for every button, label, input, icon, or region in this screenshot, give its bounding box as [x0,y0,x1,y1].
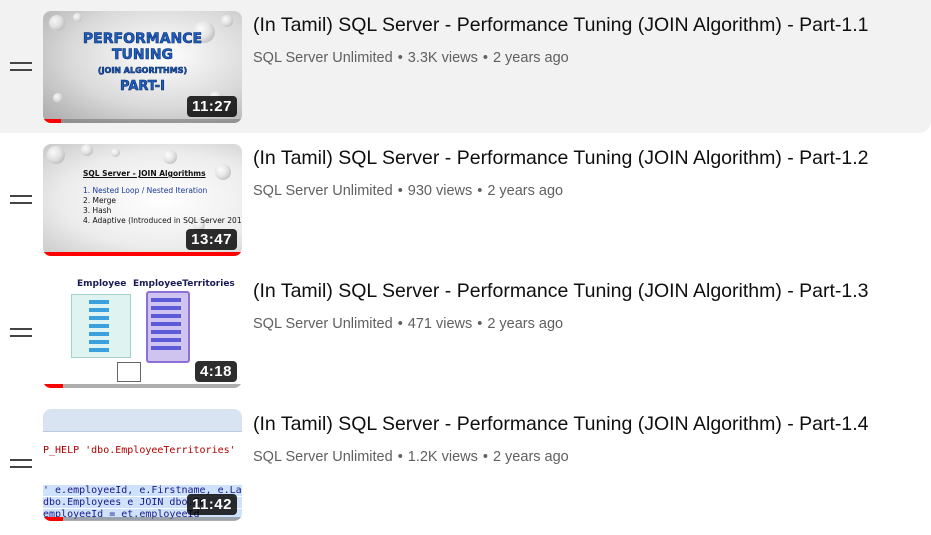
upload-age: 2 years ago [487,316,564,332]
watch-progress-bar [43,384,63,388]
duration-badge: 11:42 [186,494,237,515]
thumbnail-text: SQL Server - JOIN Algorithms [83,169,206,178]
thumbnail-text: 2. Merge [83,196,116,205]
video-meta: SQL Server Unlimited • 471 views • 2 years a… [253,316,563,332]
video-title[interactable]: (In Tamil) SQL Server - Performance Tuni… [253,145,923,171]
view-count: 930 views [407,183,473,199]
watch-progress-bar [43,119,61,123]
playlist: PERFORMANCE TUNING (JOIN ALGORITHMS) PAR… [0,0,931,535]
meta-separator: • [397,316,403,332]
channel-name[interactable]: SQL Server Unlimited [253,316,393,332]
upload-age: 2 years ago [492,449,569,465]
thumbnail-text: 3. Hash [83,206,112,215]
drag-handle-icon[interactable] [10,459,34,471]
thumbnail-text: (JOIN ALGORITHMS) [97,66,188,76]
video-meta: SQL Server Unlimited • 1.2K views • 2 years … [253,449,569,465]
meta-separator: • [397,449,403,465]
thumbnail-text: EmployeeTerritories [133,279,235,289]
video-thumbnail[interactable]: PERFORMANCE TUNING (JOIN ALGORITHMS) PAR… [43,11,242,123]
progress-track [43,119,242,123]
watch-progress-bar [43,517,63,521]
duration-badge: 13:47 [186,229,237,250]
video-thumbnail[interactable]: P_HELP 'dbo.EmployeeTerritories' ' e.emp… [43,409,242,521]
drag-handle-icon[interactable] [10,328,34,340]
view-count: 3.3K views [407,50,478,66]
meta-separator: • [397,50,403,66]
progress-track [43,517,242,521]
video-title[interactable]: (In Tamil) SQL Server - Performance Tuni… [253,12,923,38]
playlist-item[interactable]: PERFORMANCE TUNING (JOIN ALGORITHMS) PAR… [0,0,931,133]
video-title[interactable]: (In Tamil) SQL Server - Performance Tuni… [253,411,923,437]
thumbnail-text: PERFORMANCE [82,31,203,48]
channel-name[interactable]: SQL Server Unlimited [253,50,393,66]
thumbnail-text: 1. Nested Loop / Nested Iteration [83,186,208,195]
channel-name[interactable]: SQL Server Unlimited [253,449,393,465]
meta-separator: • [482,449,488,465]
drag-handle-icon[interactable] [10,195,34,207]
view-count: 471 views [407,316,473,332]
channel-name[interactable]: SQL Server Unlimited [253,183,393,199]
thumbnail-text: P_HELP 'dbo.EmployeeTerritories' [43,445,236,456]
meta-separator: • [477,183,483,199]
upload-age: 2 years ago [492,50,569,66]
thumbnail-text: TUNING [111,47,174,64]
upload-age: 2 years ago [487,183,564,199]
video-meta: SQL Server Unlimited • 930 views • 2 years a… [253,183,563,199]
meta-separator: • [482,50,488,66]
view-count: 1.2K views [407,449,478,465]
drag-handle-icon[interactable] [10,62,34,74]
video-thumbnail[interactable]: Employee EmployeeTerritories 4:18 [43,276,242,388]
playlist-item[interactable]: P_HELP 'dbo.EmployeeTerritories' ' e.emp… [0,399,931,532]
thumbnail-text: 4. Adaptive (Introduced in SQL Server 20… [83,216,242,225]
meta-separator: • [397,183,403,199]
thumbnail-text: Employee [77,279,127,289]
video-title[interactable]: (In Tamil) SQL Server - Performance Tuni… [253,278,923,304]
duration-badge: 11:27 [186,96,237,117]
video-thumbnail[interactable]: SQL Server - JOIN Algorithms 1. Nested L… [43,144,242,256]
progress-track [43,384,242,388]
editor-toolbar [43,409,242,432]
playlist-item[interactable]: Employee EmployeeTerritories 4:18 (In Ta… [0,266,931,399]
duration-badge: 4:18 [194,361,237,382]
playlist-item[interactable]: SQL Server - JOIN Algorithms 1. Nested L… [0,133,931,266]
video-meta: SQL Server Unlimited • 3.3K views • 2 years … [253,50,569,66]
watch-progress-bar [43,252,242,256]
meta-separator: • [477,316,483,332]
diagram-join-icon [117,362,141,382]
thumbnail-text: PART-I [119,79,166,95]
